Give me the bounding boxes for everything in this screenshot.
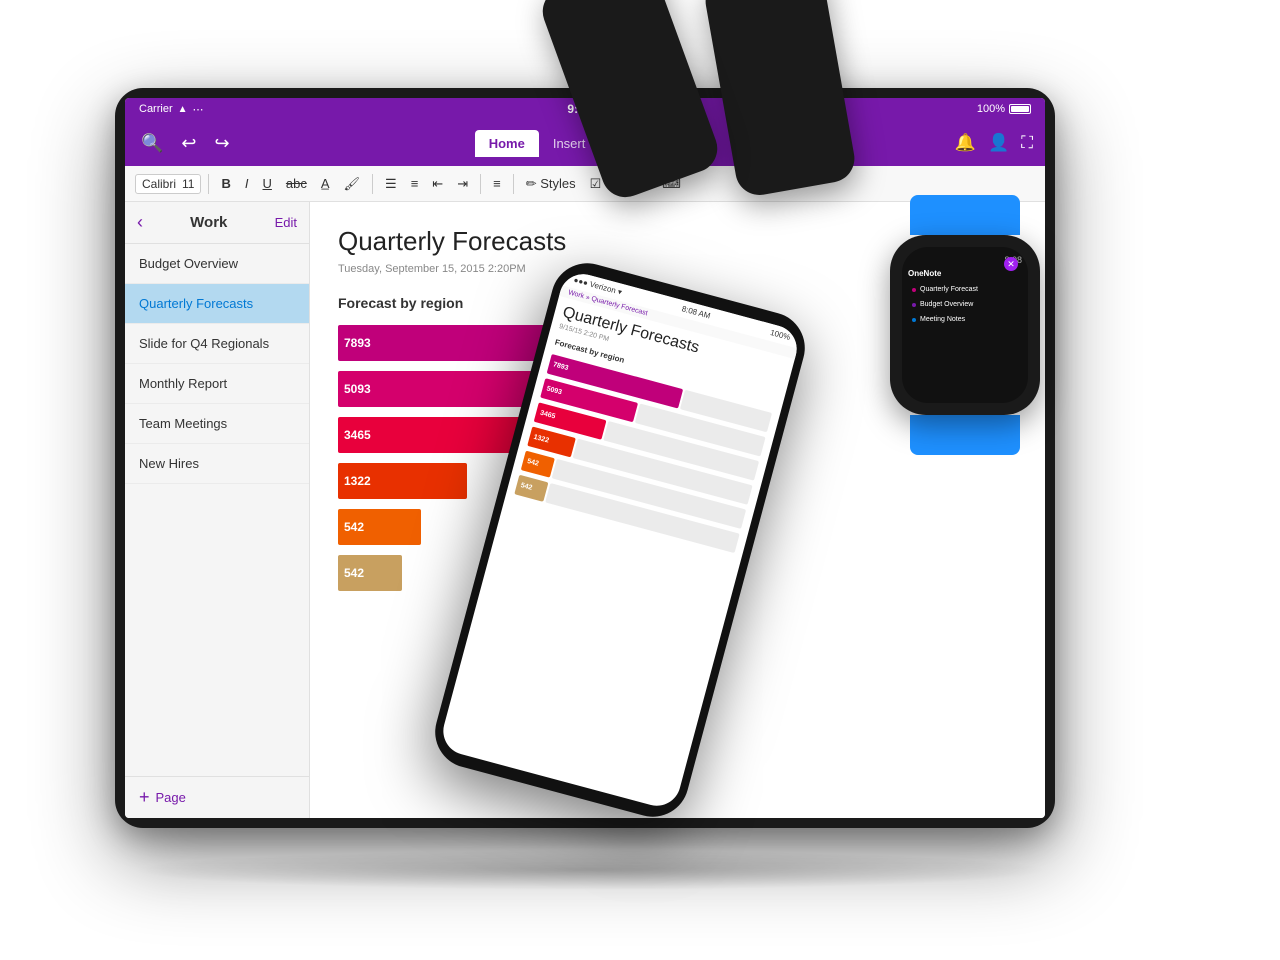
- watch-item-label-2: Budget Overview: [920, 301, 973, 308]
- phone-bar-label-2: 3465: [539, 410, 556, 421]
- watch-body: ✕ 8:08 OneNote Quarterly Forecast Budget…: [890, 235, 1040, 415]
- chart-bar-label-5: 542: [344, 566, 364, 580]
- increase-indent-button[interactable]: ⇥: [452, 174, 473, 194]
- status-right: 100%: [977, 103, 1031, 115]
- add-page-label: Page: [156, 790, 186, 805]
- format-sep-1: [208, 174, 209, 194]
- sidebar-item-budget-overview[interactable]: Budget Overview: [125, 244, 309, 284]
- chart-bar-label-2: 3465: [344, 428, 371, 442]
- styles-button[interactable]: ✏ Styles: [521, 174, 581, 194]
- format-sep-3: [480, 174, 481, 194]
- format-sep-4: [513, 174, 514, 194]
- chart-bar-label-4: 542: [344, 520, 364, 534]
- watch-item-dot-1: [912, 288, 916, 292]
- add-page-button[interactable]: + Page: [125, 776, 309, 818]
- phone-bar-label-4: 542: [526, 458, 539, 468]
- font-name: Calibri: [142, 177, 176, 191]
- chart-bar-3: 1322: [338, 463, 467, 499]
- chart-bar-label-3: 1322: [344, 474, 371, 488]
- watch-item-label-3: Meeting Notes: [920, 316, 965, 323]
- toolbar-right-icons: 🔔 👤 ⛶: [955, 133, 1033, 153]
- phone-bar-label-3: 1322: [533, 434, 550, 445]
- redo-icon[interactable]: ↪: [211, 131, 234, 156]
- chart-bar-4: 542: [338, 509, 421, 545]
- sidebar-title: Work: [190, 214, 227, 231]
- sidebar-header: ‹ Work Edit: [125, 202, 309, 244]
- plus-icon: +: [139, 787, 150, 808]
- sidebar-item-quarterly-forecasts[interactable]: Quarterly Forecasts: [125, 284, 309, 324]
- italic-button[interactable]: I: [240, 174, 254, 193]
- phone-bar-label-0: 7893: [552, 361, 569, 372]
- watch-close-button[interactable]: ✕: [1004, 257, 1018, 271]
- person-icon[interactable]: 👤: [988, 133, 1009, 153]
- font-color-button[interactable]: A̲: [316, 174, 335, 193]
- watch-item-dot-3: [912, 318, 916, 322]
- phone-bar-label-1: 5093: [546, 385, 563, 396]
- format-sep-2: [372, 174, 373, 194]
- watch-item-label-1: Quarterly Forecast: [920, 286, 978, 293]
- watch-band-top: [910, 195, 1020, 235]
- bullet-list-button[interactable]: ☰: [380, 174, 402, 194]
- font-size: 11: [182, 177, 194, 191]
- chart-bar-label-0: 7893: [344, 336, 371, 350]
- tablet-shadow: [130, 850, 1050, 890]
- bold-button[interactable]: B: [216, 174, 235, 193]
- chart-bar-5: 542: [338, 555, 402, 591]
- sidebar-item-new-hires[interactable]: New Hires: [125, 444, 309, 484]
- sidebar-items: Budget Overview Quarterly Forecasts Slid…: [125, 244, 309, 776]
- strikethrough-button[interactable]: abc: [281, 174, 312, 193]
- align-button[interactable]: ≡: [488, 174, 506, 193]
- phone-bar-5: 542: [514, 475, 548, 502]
- underline-button[interactable]: U: [258, 174, 277, 193]
- smartwatch: ✕ 8:08 OneNote Quarterly Forecast Budget…: [870, 195, 1060, 425]
- sidebar-item-slide-q4[interactable]: Slide for Q4 Regionals: [125, 324, 309, 364]
- search-icon[interactable]: 🔍: [137, 131, 167, 156]
- expand-icon[interactable]: ⛶: [1021, 133, 1033, 153]
- phone-bar-label-5: 542: [520, 482, 533, 492]
- undo-icon[interactable]: ↩: [177, 131, 200, 156]
- watch-item-3[interactable]: Meeting Notes: [908, 313, 1022, 326]
- sidebar-edit-button[interactable]: Edit: [275, 215, 297, 230]
- watch-screen: ✕ 8:08 OneNote Quarterly Forecast Budget…: [902, 247, 1028, 403]
- highlight-button[interactable]: 🖌: [339, 174, 366, 194]
- watch-app-title: OneNote: [908, 269, 1022, 278]
- carrier-label: Carrier: [139, 103, 173, 115]
- signal-icon: ⋯: [193, 103, 204, 116]
- chart-bar-label-1: 5093: [344, 382, 371, 396]
- numbered-list-button[interactable]: ≡: [406, 174, 424, 193]
- sidebar-back-button[interactable]: ‹: [137, 212, 143, 233]
- font-selector[interactable]: Calibri 11: [135, 174, 201, 194]
- phone-battery: 100%: [769, 328, 791, 342]
- battery-label: 100%: [977, 103, 1005, 115]
- sidebar: ‹ Work Edit Budget Overview Quarterly Fo…: [125, 202, 310, 818]
- status-left: Carrier ▲ ⋯: [139, 103, 204, 116]
- sidebar-item-monthly-report[interactable]: Monthly Report: [125, 364, 309, 404]
- watch-item-dot-2: [912, 303, 916, 307]
- sidebar-item-team-meetings[interactable]: Team Meetings: [125, 404, 309, 444]
- battery-icon: [1009, 104, 1031, 114]
- tab-home[interactable]: Home: [475, 130, 539, 157]
- watch-band-bottom: [910, 415, 1020, 455]
- scene: Carrier ▲ ⋯ 9:42 AM 100% 🔍 ↩ ↪ Home Ins: [0, 0, 1280, 960]
- wifi-icon: ▲: [178, 104, 188, 115]
- watch-item-1[interactable]: Quarterly Forecast: [908, 283, 1022, 296]
- phone-bar-4: 542: [521, 451, 555, 478]
- bell-icon[interactable]: 🔔: [955, 133, 976, 153]
- decrease-indent-button[interactable]: ⇤: [427, 174, 448, 194]
- watch-item-2[interactable]: Budget Overview: [908, 298, 1022, 311]
